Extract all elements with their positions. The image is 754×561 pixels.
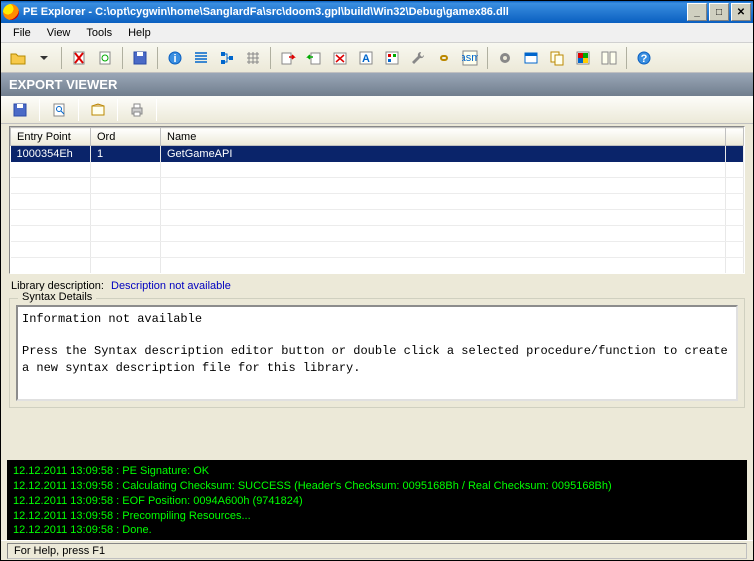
resource-icon[interactable] [380, 46, 404, 70]
color-icon[interactable] [571, 46, 595, 70]
panel-toolbar [1, 96, 753, 124]
col-entry[interactable]: Entry Point [11, 128, 91, 146]
table-row [11, 242, 744, 258]
grid-icon[interactable] [241, 46, 265, 70]
tree-icon[interactable] [215, 46, 239, 70]
titlebar: PE Explorer - C:\opt\cygwin\home\Sanglar… [1, 1, 753, 23]
table-row[interactable]: 1000354Eh 1 GetGameAPI [11, 146, 744, 162]
panel-title: EXPORT VIEWER [1, 73, 753, 96]
print-icon[interactable] [123, 98, 151, 122]
delete-icon[interactable] [67, 46, 91, 70]
window-buttons: _ □ ✕ [687, 3, 751, 21]
help-icon[interactable]: ? [632, 46, 656, 70]
maximize-button[interactable]: □ [709, 3, 729, 21]
syntax-body[interactable]: Information not available Press the Synt… [16, 305, 738, 401]
table-row [11, 162, 744, 178]
export-table[interactable]: Entry Point Ord Name 1000354Eh 1 GetGame… [9, 126, 745, 274]
svg-text:asm: asm [462, 52, 478, 64]
import-icon[interactable] [302, 46, 326, 70]
asm-icon[interactable]: asm [458, 46, 482, 70]
text-icon[interactable]: A [354, 46, 378, 70]
log-line: 12.12.2011 13:09:58 : Calculating Checks… [13, 479, 741, 494]
table-header-row: Entry Point Ord Name [11, 128, 744, 146]
svg-text:?: ? [641, 53, 648, 65]
menubar: File View Tools Help [1, 23, 753, 43]
copy-icon[interactable] [545, 46, 569, 70]
menu-help[interactable]: Help [120, 25, 159, 41]
wrench-icon[interactable] [406, 46, 430, 70]
link-icon[interactable] [432, 46, 456, 70]
export-icon[interactable] [276, 46, 300, 70]
log-line: 12.12.2011 13:09:58 : Precompiling Resou… [13, 509, 741, 524]
log-line: 12.12.2011 13:09:58 : EOF Position: 0094… [13, 494, 741, 509]
close-button[interactable]: ✕ [731, 3, 751, 21]
table-row [11, 194, 744, 210]
content: EXPORT VIEWER Entry Point Ord Name 10003… [1, 73, 753, 540]
dropdown-icon[interactable] [32, 46, 56, 70]
window-title: PE Explorer - C:\opt\cygwin\home\Sanglar… [23, 6, 687, 18]
syntax-legend: Syntax Details [18, 291, 96, 303]
save-icon[interactable] [128, 46, 152, 70]
syntax-details: Syntax Details Information not available… [9, 298, 745, 408]
list-icon[interactable] [189, 46, 213, 70]
col-name[interactable]: Name [161, 128, 726, 146]
svg-text:A: A [362, 53, 370, 65]
col-extra[interactable] [726, 128, 744, 146]
app-icon [3, 4, 19, 20]
log-console[interactable]: 12.12.2011 13:09:58 : PE Signature: OK 1… [7, 457, 747, 540]
table-row [11, 178, 744, 194]
log-line: 12.12.2011 13:09:58 : Done. [13, 523, 741, 538]
svg-text:i: i [173, 53, 176, 65]
libdesc-value: Description not available [111, 280, 231, 292]
table-row [11, 226, 744, 242]
col-ord[interactable]: Ord [91, 128, 161, 146]
compare-icon[interactable] [597, 46, 621, 70]
gear-icon[interactable] [493, 46, 517, 70]
info-icon[interactable]: i [163, 46, 187, 70]
search-icon[interactable] [45, 98, 73, 122]
table-row [11, 210, 744, 226]
main-toolbar: i A asm ? [1, 43, 753, 73]
minimize-button[interactable]: _ [687, 3, 707, 21]
library-description: Library description: Description not ava… [1, 276, 753, 296]
save-export-icon[interactable] [6, 98, 34, 122]
menu-file[interactable]: File [5, 25, 39, 41]
menu-tools[interactable]: Tools [78, 25, 120, 41]
statusbar: For Help, press F1 [1, 540, 753, 560]
reload-icon[interactable] [93, 46, 117, 70]
status-text: For Help, press F1 [7, 543, 747, 559]
log-line: 12.12.2011 13:09:58 : PE Signature: OK [13, 464, 741, 479]
menu-view[interactable]: View [39, 25, 79, 41]
window-icon[interactable] [519, 46, 543, 70]
cell-entry: 1000354Eh [11, 146, 91, 162]
open-icon[interactable] [6, 46, 30, 70]
cell-ord: 1 [91, 146, 161, 162]
cell-name: GetGameAPI [161, 146, 726, 162]
edit-syntax-icon[interactable] [84, 98, 112, 122]
remove-icon[interactable] [328, 46, 352, 70]
table-row [11, 258, 744, 274]
